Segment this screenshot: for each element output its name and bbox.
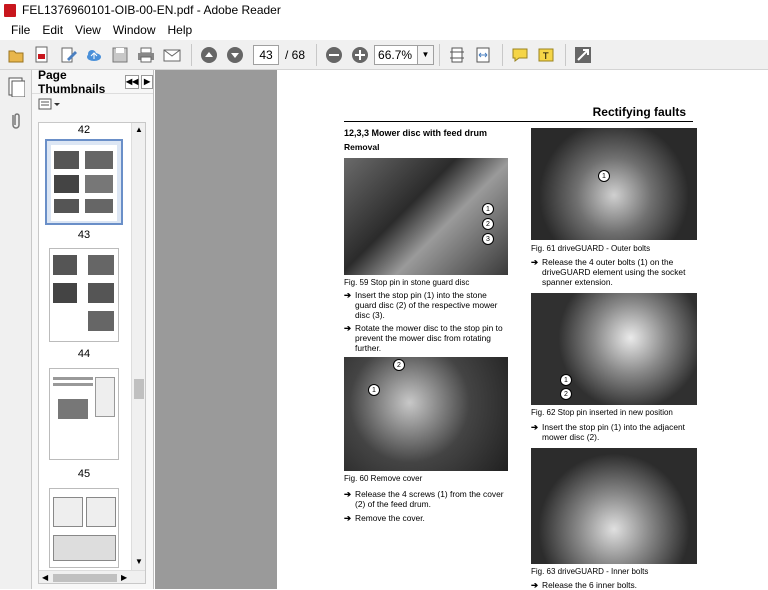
instruction-step: ➔ Insert the stop pin (1) into the stone … bbox=[344, 290, 498, 320]
create-pdf-icon[interactable] bbox=[30, 43, 54, 67]
toolbar-divider bbox=[191, 43, 192, 66]
menu-bar: File Edit View Window Help bbox=[0, 20, 768, 40]
expand-icon[interactable] bbox=[571, 43, 595, 67]
menu-view[interactable]: View bbox=[69, 23, 107, 37]
document-viewer[interactable]: Rectifying faults 12,3,3 Mower disc with… bbox=[155, 70, 768, 590]
thumbnail-label: 42 bbox=[77, 124, 91, 136]
header-rule bbox=[344, 121, 693, 122]
zoom-level-input[interactable]: 66.7% bbox=[374, 44, 419, 65]
page-total: / 68 bbox=[285, 47, 306, 62]
figure-63-caption: Fig. 63 driveGUARD - Inner bolts bbox=[531, 567, 649, 576]
page-header: Rectifying faults bbox=[592, 105, 686, 119]
scroll-up-icon[interactable]: ▲ bbox=[135, 125, 143, 134]
thumbnail-list: 42 43 44 45 ▲ ▼ ◀ ▶ bbox=[38, 122, 146, 584]
thumbnail-label: 45 bbox=[77, 468, 91, 480]
instruction-step: ➔ Rotate the mower disc to the stop pin t… bbox=[344, 323, 503, 353]
callout-1: 1 bbox=[560, 374, 572, 386]
thumbnail-page-43[interactable] bbox=[49, 248, 119, 342]
callout-1: 1 bbox=[598, 170, 610, 182]
callout-3: 3 bbox=[482, 233, 494, 245]
callout-2: 2 bbox=[482, 218, 494, 230]
save-icon[interactable] bbox=[108, 43, 132, 67]
pdf-page: Rectifying faults 12,3,3 Mower disc with… bbox=[277, 70, 768, 590]
thumbnail-horizontal-scrollbar[interactable]: ◀ ▶ bbox=[39, 570, 145, 583]
highlight-icon[interactable]: T bbox=[534, 43, 558, 67]
callout-1: 1 bbox=[368, 384, 380, 396]
zoom-in-icon[interactable] bbox=[348, 43, 372, 67]
panel-header: Page Thumbnails ◀◀ ▶ bbox=[32, 67, 153, 96]
scroll-right-icon[interactable]: ▶ bbox=[121, 573, 127, 582]
figure-62-image: 1 2 bbox=[531, 293, 697, 405]
fit-page-icon[interactable] bbox=[445, 43, 469, 67]
edit-icon[interactable] bbox=[56, 43, 80, 67]
menu-edit[interactable]: Edit bbox=[36, 23, 69, 37]
callout-2: 2 bbox=[560, 388, 572, 400]
thumbnail-label: 43 bbox=[77, 229, 91, 241]
attachments-icon[interactable] bbox=[0, 104, 32, 138]
instruction-step: ➔ Release the 4 outer bolts (1) on the dr… bbox=[531, 257, 686, 287]
toolbar: 43 / 68 66.7% ▼ T bbox=[0, 40, 768, 70]
menu-window[interactable]: Window bbox=[107, 23, 162, 37]
figure-60-image: 2 1 bbox=[344, 357, 508, 471]
toolbar-divider bbox=[502, 43, 504, 66]
instruction-step: ➔ Insert the stop pin (1) into the adjace… bbox=[531, 422, 685, 442]
next-page-icon[interactable] bbox=[223, 43, 247, 67]
thumbnail-label: 44 bbox=[77, 348, 91, 360]
scroll-thumb[interactable] bbox=[134, 379, 144, 399]
figure-59-image: 1 2 3 bbox=[344, 158, 508, 275]
comment-icon[interactable] bbox=[508, 43, 532, 67]
figure-61-image: 1 bbox=[531, 128, 697, 240]
open-icon[interactable] bbox=[4, 43, 28, 67]
thumbnail-page-44[interactable] bbox=[49, 368, 119, 460]
menu-help[interactable]: Help bbox=[162, 23, 199, 37]
toolbar-divider bbox=[565, 43, 567, 66]
window-title: FEL1376960101-OIB-00-EN.pdf - Adobe Read… bbox=[22, 3, 281, 17]
figure-60-caption: Fig. 60 Remove cover bbox=[344, 474, 423, 483]
panel-next-button[interactable]: ▶ bbox=[141, 74, 153, 89]
callout-2: 2 bbox=[393, 359, 405, 371]
toolbar-divider bbox=[316, 43, 318, 66]
scroll-left-icon[interactable]: ◀ bbox=[42, 573, 48, 582]
panel-options[interactable] bbox=[32, 94, 153, 114]
page-thumbnails-icon[interactable] bbox=[0, 70, 32, 104]
title-bar: FEL1376960101-OIB-00-EN.pdf - Adobe Read… bbox=[0, 0, 768, 20]
scroll-thumb[interactable] bbox=[53, 574, 117, 582]
print-icon[interactable] bbox=[134, 43, 158, 67]
page-number-input[interactable]: 43 bbox=[253, 44, 279, 65]
scroll-down-icon[interactable]: ▼ bbox=[135, 557, 143, 566]
instruction-step: ➔ Remove the cover. bbox=[344, 513, 425, 523]
panel-title: Page Thumbnails bbox=[38, 67, 106, 96]
cloud-upload-icon[interactable] bbox=[82, 43, 106, 67]
section-heading: 12,3,3 Mower disc with feed drum bbox=[344, 128, 488, 138]
thumbnails-panel: Page Thumbnails ◀◀ ▶ 42 43 44 45 ▲ ▼ ◀ ▶ bbox=[32, 67, 154, 589]
menu-file[interactable]: File bbox=[5, 23, 36, 37]
figure-61-caption: Fig. 61 driveGUARD - Outer bolts bbox=[531, 244, 651, 253]
collapse-panel-button[interactable]: ◀◀ bbox=[125, 74, 140, 89]
svg-text:T: T bbox=[542, 52, 549, 62]
figure-62-caption: Fig. 62 Stop pin inserted in new positio… bbox=[531, 408, 673, 417]
email-icon[interactable] bbox=[160, 43, 184, 67]
zoom-dropdown-icon[interactable]: ▼ bbox=[418, 44, 435, 65]
fit-width-icon[interactable] bbox=[471, 43, 495, 67]
thumbnail-vertical-scrollbar[interactable]: ▲ ▼ bbox=[131, 123, 145, 570]
previous-page-icon[interactable] bbox=[197, 43, 221, 67]
zoom-out-icon[interactable] bbox=[322, 43, 346, 67]
thumbnail-page-45[interactable] bbox=[49, 488, 119, 568]
thumbnail-page-42[interactable] bbox=[45, 139, 123, 225]
instruction-step: ➔ Release the 4 screws (1) from the cover… bbox=[344, 489, 504, 509]
adobe-reader-icon bbox=[4, 3, 16, 17]
callout-1: 1 bbox=[482, 203, 494, 215]
options-menu-icon[interactable] bbox=[38, 98, 60, 110]
subsection-heading: Removal bbox=[344, 142, 380, 152]
navigation-pane-icons bbox=[0, 70, 32, 589]
figure-59-caption: Fig. 59 Stop pin in stone guard disc bbox=[344, 278, 470, 287]
toolbar-divider bbox=[439, 43, 441, 66]
figure-63-image bbox=[531, 448, 697, 564]
